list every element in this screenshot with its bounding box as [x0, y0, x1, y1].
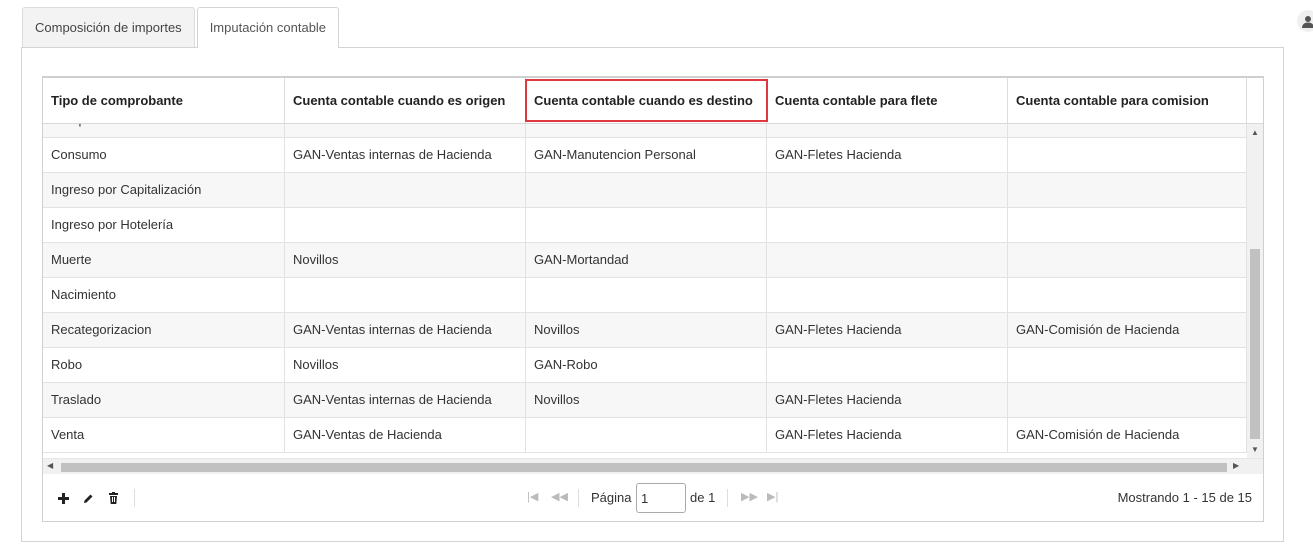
accounting-grid: Tipo de comprobante Cuenta contable cuan…: [42, 76, 1264, 522]
cell-cuenta-origen: [285, 278, 526, 313]
cell-cuenta-destino: Novillos: [526, 313, 767, 348]
cell-cuenta-flete: GAN-Fletes Hacienda: [767, 138, 1008, 173]
page-label: Página: [591, 490, 632, 505]
table-row[interactable]: Muerte Novillos GAN-Mortandad: [43, 243, 1247, 278]
grid-rows: CompraNovillosGAN-Fletes HaciendaGAN-Com…: [43, 124, 1247, 453]
cell-cuenta-destino: GAN-Mortandad: [526, 243, 767, 278]
cell-tipo-comprobante: Ingreso por Capitalización: [43, 173, 285, 208]
table-row[interactable]: Compra NovillosGAN-Fletes HaciendaGAN-Com…: [43, 124, 1247, 138]
vertical-scroll-thumb[interactable]: [1250, 249, 1260, 439]
scroll-up-icon[interactable]: ▲: [1251, 128, 1259, 137]
column-header-tipo-comprobante[interactable]: Tipo de comprobante: [43, 78, 285, 124]
next-page-icon[interactable]: ▶▶: [741, 490, 758, 503]
column-header-cuenta-comision[interactable]: Cuenta contable para comision: [1008, 78, 1247, 124]
table-row[interactable]: Venta GAN-Ventas de Hacienda GAN-Fletes Ha…: [43, 418, 1247, 453]
cell-cuenta-origen: [285, 208, 526, 243]
cell-cuenta-comision: [1008, 383, 1247, 418]
cell-cuenta-destino: [526, 278, 767, 313]
cell-cuenta-comision: [1008, 243, 1247, 278]
table-row[interactable]: Robo Novillos GAN-Robo: [43, 348, 1247, 383]
cell-tipo-comprobante: Compra: [43, 124, 285, 138]
page: Composición de importes Imputación conta…: [0, 0, 1313, 549]
cell-cuenta-destino: GAN-Manutencion Personal: [526, 138, 767, 173]
grid-body: CompraNovillosGAN-Fletes HaciendaGAN-Com…: [43, 124, 1247, 458]
cell-cuenta-flete: [767, 348, 1008, 383]
highlight-box: [525, 79, 768, 122]
cell-cuenta-comision: [1008, 278, 1247, 313]
cell-cuenta-destino: [526, 173, 767, 208]
tab-composicion-importes[interactable]: Composición de importes: [22, 7, 195, 48]
cell-cuenta-comision: GAN-Comisión de Hacienda: [1008, 418, 1247, 453]
scroll-down-icon[interactable]: ▼: [1251, 445, 1259, 454]
cell-cuenta-flete: GAN-Fletes Hacienda: [767, 313, 1008, 348]
cell-cuenta-comision: GAN-Comisión de Hacienda: [1008, 313, 1247, 348]
cell-cuenta-origen: GAN-Ventas internas de Hacienda: [285, 313, 526, 348]
cell-cuenta-destino: GAN-Robo: [526, 348, 767, 383]
records-count-label: Mostrando 1 - 15 de 15: [1117, 490, 1252, 505]
cell-cuenta-flete: GAN-Fletes Hacienda: [767, 383, 1008, 418]
cell-cuenta-comision: [1008, 138, 1247, 173]
user-icon[interactable]: [1297, 10, 1313, 32]
table-row[interactable]: Recategorizacion GAN-Ventas internas de H…: [43, 313, 1247, 348]
column-header-cuenta-origen[interactable]: Cuenta contable cuando es origen: [285, 78, 526, 124]
tab-bar: Composición de importes Imputación conta…: [22, 7, 341, 48]
cell-cuenta-origen: GAN-Ventas internas de Hacienda: [285, 383, 526, 418]
table-row[interactable]: Ingreso por Hotelería: [43, 208, 1247, 243]
horizontal-scrollbar[interactable]: ◀ ▶: [43, 458, 1263, 474]
cell-tipo-comprobante: Consumo: [43, 138, 285, 173]
vertical-scrollbar[interactable]: ▲ ▼: [1247, 124, 1263, 458]
cell-cuenta-flete: [767, 278, 1008, 313]
table-row[interactable]: Ingreso por Capitalización: [43, 173, 1247, 208]
cell-tipo-comprobante: Traslado: [43, 383, 285, 418]
scroll-left-icon[interactable]: ◀: [47, 461, 53, 470]
page-count-label: de 1: [690, 490, 716, 505]
cell-cuenta-flete: GAN-Fletes Hacienda: [767, 418, 1008, 453]
cell-cuenta-flete: [767, 173, 1008, 208]
cell-cuenta-origen: GAN-Ventas internas de Hacienda: [285, 138, 526, 173]
last-page-icon[interactable]: ▶|: [767, 490, 778, 503]
cell-cuenta-origen: Novillos: [285, 243, 526, 278]
cell-tipo-comprobante: Venta: [43, 418, 285, 453]
cell-cuenta-comision: [1008, 208, 1247, 243]
cell-tipo-comprobante: Muerte: [43, 243, 285, 278]
column-header-cuenta-flete[interactable]: Cuenta contable para flete: [767, 78, 1008, 124]
cell-tipo-comprobante: Nacimiento: [43, 278, 285, 313]
cell-cuenta-destino: Novillos: [526, 383, 767, 418]
cell-cuenta-comision: GAN-Comisión de Hacienda: [1008, 124, 1247, 138]
pager-separator-left: [578, 489, 579, 507]
horizontal-scroll-thumb[interactable]: [61, 463, 1227, 472]
prev-page-icon[interactable]: ◀◀: [551, 490, 568, 503]
cell-tipo-comprobante: Recategorizacion: [43, 313, 285, 348]
pencil-icon[interactable]: [82, 492, 94, 504]
cell-cuenta-origen: [285, 124, 526, 138]
table-row[interactable]: Consumo GAN-Ventas internas de Hacienda GA…: [43, 138, 1247, 173]
scroll-right-icon[interactable]: ▶: [1233, 461, 1239, 470]
plus-icon[interactable]: [57, 492, 69, 504]
pager-separator-right: [727, 489, 728, 507]
tab-imputacion-contable[interactable]: Imputación contable: [196, 7, 340, 48]
cell-cuenta-flete: GAN-Fletes Hacienda: [767, 124, 1008, 138]
first-page-icon[interactable]: |◀: [527, 490, 538, 503]
table-row[interactable]: Nacimiento: [43, 278, 1247, 313]
page-number-input[interactable]: [636, 483, 686, 513]
cell-cuenta-flete: [767, 208, 1008, 243]
cell-cuenta-origen: Novillos: [285, 348, 526, 383]
cell-cuenta-destino: [526, 208, 767, 243]
cell-tipo-comprobante: Ingreso por Hotelería: [43, 208, 285, 243]
cell-cuenta-origen: GAN-Ventas de Hacienda: [285, 418, 526, 453]
cell-cuenta-origen: [285, 173, 526, 208]
cell-cuenta-flete: [767, 243, 1008, 278]
cell-cuenta-destino: [526, 418, 767, 453]
grid-footer: |◀ ◀◀ Página de 1 ▶▶ ▶| Mostrando 1 - 15…: [43, 475, 1263, 521]
cell-cuenta-comision: [1008, 348, 1247, 383]
cell-cuenta-comision: [1008, 173, 1247, 208]
footer-separator: [134, 489, 135, 507]
cell-cuenta-destino: Novillos: [526, 124, 767, 138]
trash-icon[interactable]: [107, 492, 119, 504]
cell-tipo-comprobante: Robo: [43, 348, 285, 383]
table-row[interactable]: Traslado GAN-Ventas internas de Hacienda N…: [43, 383, 1247, 418]
